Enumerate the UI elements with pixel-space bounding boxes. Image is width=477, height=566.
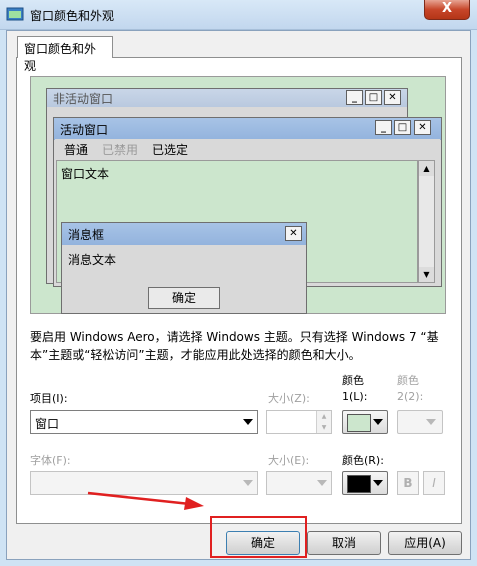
font-size-label: 大小(E): xyxy=(268,454,310,467)
close-icon: ✕ xyxy=(285,226,302,241)
chevron-down-icon xyxy=(317,480,327,486)
bold-button[interactable]: B xyxy=(397,471,419,495)
font-size-select[interactable] xyxy=(266,471,332,495)
item-select-value: 窗口 xyxy=(35,417,60,431)
chevron-down-icon xyxy=(426,419,436,425)
item-select[interactable]: 窗口 xyxy=(30,410,258,434)
annotation-arrow xyxy=(86,488,206,512)
menu-disabled[interactable]: 已禁用 xyxy=(102,141,138,158)
font-color-label: 颜色(R): xyxy=(342,454,384,467)
size-spinner[interactable]: ▲ ▼ xyxy=(266,410,332,434)
chevron-down-icon xyxy=(243,480,253,486)
minimize-icon: _ xyxy=(346,90,363,105)
maximize-icon: □ xyxy=(365,90,382,105)
apply-button[interactable]: 应用(A) xyxy=(388,531,462,555)
font-label: 字体(F): xyxy=(30,454,71,467)
scroll-up-icon: ▲ xyxy=(419,161,434,176)
color1-label-top: 颜色 xyxy=(342,374,364,387)
window-title: 窗口颜色和外观 xyxy=(30,9,115,23)
aero-notice: 要启用 Windows Aero，请选择 Windows 主题。只有选择 Win… xyxy=(30,330,439,362)
maximize-icon: □ xyxy=(394,120,411,135)
color2-label-top: 颜色 xyxy=(397,374,419,387)
italic-button[interactable]: I xyxy=(423,471,445,495)
font-color-swatch xyxy=(347,475,371,493)
chevron-down-icon xyxy=(243,419,253,425)
tab-window-color[interactable]: 窗口颜色和外观 xyxy=(17,36,113,73)
spin-down-icon[interactable]: ▼ xyxy=(316,422,331,433)
item-label: 项目(I): xyxy=(30,392,68,405)
menu-selected[interactable]: 已选定 xyxy=(152,141,188,158)
color1-label-bottom: 1(L): xyxy=(342,390,368,403)
scrollbar[interactable]: ▲ ▼ xyxy=(418,160,435,283)
color2-label-bottom: 2(2): xyxy=(397,390,424,403)
message-text: 消息文本 xyxy=(68,253,117,267)
chevron-down-icon xyxy=(373,419,383,425)
spin-up-icon[interactable]: ▲ xyxy=(316,411,331,422)
color2-button[interactable] xyxy=(397,410,443,434)
app-icon xyxy=(6,6,24,22)
font-color-button[interactable] xyxy=(342,471,388,495)
close-icon: ✕ xyxy=(414,120,431,135)
close-button[interactable]: X xyxy=(424,0,470,20)
menu-normal[interactable]: 普通 xyxy=(64,141,88,158)
chevron-down-icon xyxy=(373,480,383,486)
window-text: 窗口文本 xyxy=(61,167,110,181)
message-box-title[interactable]: 消息框 xyxy=(62,223,306,245)
cancel-button[interactable]: 取消 xyxy=(307,531,381,555)
annotation-highlight-box xyxy=(210,516,307,558)
color1-swatch xyxy=(347,414,371,432)
close-icon: ✕ xyxy=(384,90,401,105)
color1-button[interactable] xyxy=(342,410,388,434)
scroll-down-icon: ▼ xyxy=(419,267,434,282)
size-label: 大小(Z): xyxy=(268,392,310,405)
minimize-icon: _ xyxy=(375,120,392,135)
message-box-ok-button[interactable]: 确定 xyxy=(148,287,220,309)
